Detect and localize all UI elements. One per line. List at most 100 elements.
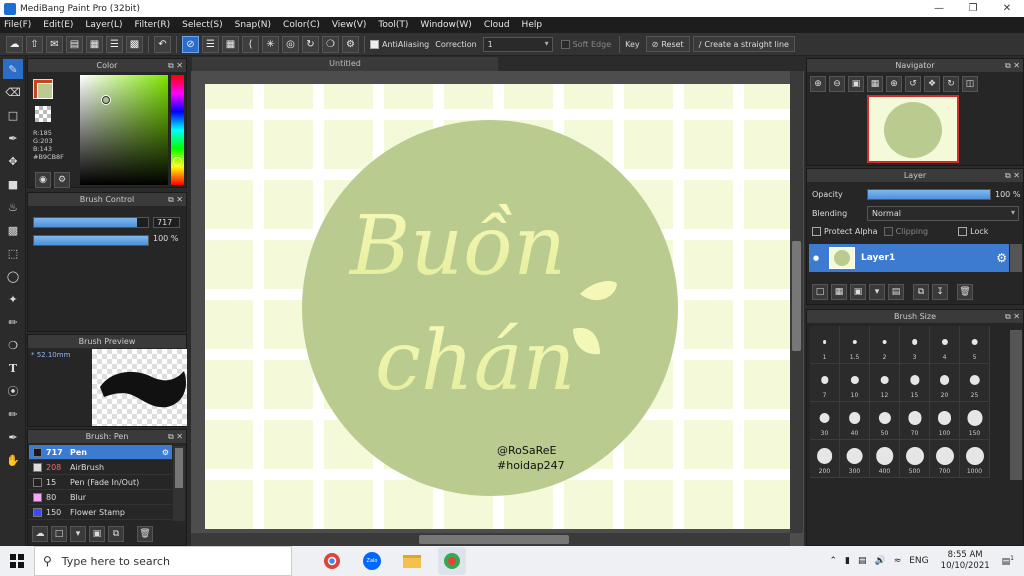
text-tool-icon[interactable]: T (3, 358, 23, 378)
dot-pen-tool-icon[interactable]: ✒ (3, 128, 23, 148)
artboard[interactable]: Buồn chán @RoSaReE #hoidap247 (205, 84, 790, 529)
navigator-thumbnail[interactable] (867, 95, 959, 163)
notification-icon[interactable]: ▤1 (1002, 555, 1014, 567)
windows-start-icon[interactable] (0, 546, 34, 576)
brush-list-scrollbar[interactable] (173, 446, 185, 521)
magic-wand-tool-icon[interactable]: ✦ (3, 289, 23, 309)
divide-tool-icon[interactable]: ✏ (3, 404, 23, 424)
eraser-tool-icon[interactable]: ⌫ (3, 82, 23, 102)
zalo-icon[interactable]: Zalo (358, 547, 386, 575)
brush-size-cell[interactable]: 1000 (960, 440, 990, 478)
brush-size-cell[interactable]: 10 (840, 364, 870, 402)
menu-edit[interactable]: Edit(E) (43, 20, 73, 30)
blending-select[interactable]: Normal (867, 206, 1019, 221)
actual-size-icon[interactable]: ▦ (867, 76, 883, 92)
brush-size-cell[interactable]: 1 (810, 326, 840, 364)
undo-icon[interactable]: ↶ (154, 35, 171, 53)
menu-help[interactable]: Help (522, 20, 543, 30)
panel-controls-icon[interactable]: ⧉ ✕ (168, 430, 183, 443)
comment-icon[interactable]: ✉ (46, 35, 63, 53)
move-tool-icon[interactable]: ✥ (3, 151, 23, 171)
layer-settings-icon[interactable]: ⚙ (996, 251, 1007, 265)
add-layer-menu-icon[interactable]: ▾ (869, 284, 885, 300)
menu-tool[interactable]: Tool(T) (378, 20, 408, 30)
brush-tool-icon[interactable]: ✎ (3, 59, 23, 79)
merge-layer-icon[interactable]: ↧ (932, 284, 948, 300)
brush-size-scrollbar[interactable] (1010, 330, 1022, 480)
bucket-tool-icon[interactable]: ♨ (3, 197, 23, 217)
add-brush-menu-icon[interactable]: ▾ (70, 526, 86, 542)
brush-item-flower-stamp[interactable]: 150 Flower Stamp (29, 505, 172, 520)
snap-circle-icon[interactable]: ◎ (282, 35, 299, 53)
menu-file[interactable]: File(F) (4, 20, 31, 30)
brush-size-slider[interactable] (33, 217, 149, 228)
brush-opacity-slider[interactable] (33, 235, 149, 246)
delete-brush-icon[interactable]: 🗑 (137, 526, 153, 542)
canvas-horizontal-scrollbar[interactable] (191, 533, 790, 546)
snap-radial-icon[interactable]: ✳ (262, 35, 279, 53)
gradient-tool-icon[interactable]: ▩ (3, 220, 23, 240)
brush-size-cell[interactable]: 7 (810, 364, 840, 402)
panel-controls-icon[interactable]: ⧉ ✕ (1005, 310, 1020, 323)
eye-icon[interactable]: ● (809, 254, 823, 262)
straight-line-button[interactable]: ∕ Create a straight line (692, 36, 795, 52)
brush-size-cell[interactable]: 300 (840, 440, 870, 478)
canvas-vertical-scrollbar[interactable] (790, 71, 803, 533)
menu-color[interactable]: Color(C) (283, 20, 320, 30)
duplicate-brush-icon[interactable]: ⧉ (108, 526, 124, 542)
tab-untitled[interactable]: Untitled (192, 57, 498, 71)
brush-size-cell[interactable]: 400 (870, 440, 900, 478)
menu-snap[interactable]: Snap(N) (235, 20, 271, 30)
menu-select[interactable]: Select(S) (182, 20, 223, 30)
layer-row-layer1[interactable]: ● Layer1 ⚙ (809, 244, 1009, 272)
brush-size-cell[interactable]: 700 (930, 440, 960, 478)
palette-icon[interactable]: ◉ (35, 172, 51, 188)
zoom-reset-icon[interactable]: ⊕ (886, 76, 902, 92)
cloud-icon[interactable]: ☁ (6, 35, 23, 53)
brush-size-cell[interactable]: 3 (900, 326, 930, 364)
brush-size-value[interactable]: 717 (153, 217, 180, 228)
brush-size-cell[interactable]: 500 (900, 440, 930, 478)
menu-window[interactable]: Window(W) (420, 20, 471, 30)
snap-parallel-icon[interactable]: ☰ (202, 35, 219, 53)
brush-folder-icon[interactable]: ▣ (89, 526, 105, 542)
soft-edge-checkbox[interactable] (560, 39, 570, 49)
file-explorer-icon[interactable] (398, 547, 426, 575)
layer-scrollbar[interactable] (1010, 244, 1022, 272)
antialiasing-checkbox[interactable] (370, 39, 379, 49)
brush-item-pen[interactable]: 717 Pen ⚙ (29, 445, 172, 460)
list-icon[interactable]: ☰ (106, 35, 123, 53)
brush-size-cell[interactable]: 1.5 (840, 326, 870, 364)
brush-size-cell[interactable]: 100 (930, 402, 960, 440)
select-tool-icon[interactable]: ⬚ (3, 243, 23, 263)
palette-settings-icon[interactable]: ⚙ (54, 172, 70, 188)
panel-controls-icon[interactable]: ⧉ ✕ (1005, 59, 1020, 72)
brush-size-cell[interactable]: 4 (930, 326, 960, 364)
brush-size-cell[interactable]: 2 (870, 326, 900, 364)
brush-size-cell[interactable]: 20 (930, 364, 960, 402)
taskbar-search[interactable]: ⚲ Type here to search (34, 546, 292, 576)
lasso-tool-icon[interactable]: ◯ (3, 266, 23, 286)
clock[interactable]: 8:55 AM 10/10/2021 (941, 550, 990, 572)
menu-filter[interactable]: Filter(R) (135, 20, 171, 30)
share-icon[interactable]: ⇧ (26, 35, 43, 53)
brush-size-cell[interactable]: 5 (960, 326, 990, 364)
new-brush-icon[interactable]: □ (51, 526, 67, 542)
network-icon[interactable]: ▤ (858, 556, 867, 566)
brush-size-cell[interactable]: 40 (840, 402, 870, 440)
fit-window-icon[interactable]: ▣ (848, 76, 864, 92)
hand-tool-icon[interactable]: ✋ (3, 450, 23, 470)
duplicate-layer-icon[interactable]: ⧉ (913, 284, 929, 300)
snap-off-icon[interactable]: ⊘ (182, 35, 199, 53)
correction-select[interactable]: 1 (482, 36, 553, 52)
layer-opacity-slider[interactable] (867, 189, 991, 200)
panel-controls-icon[interactable]: ⧉ ✕ (1005, 169, 1020, 182)
transparent-color-swatch[interactable] (35, 106, 51, 122)
brush-cloud-icon[interactable]: ☁ (32, 526, 48, 542)
brush-size-cell[interactable]: 200 (810, 440, 840, 478)
close-window-button[interactable]: ✕ (990, 0, 1024, 17)
new-halftone-layer-icon[interactable]: ▦ (831, 284, 847, 300)
rotate-left-icon[interactable]: ↺ (905, 76, 921, 92)
saturation-value-picker[interactable] (80, 75, 168, 185)
main-color-swatch[interactable] (37, 83, 53, 99)
